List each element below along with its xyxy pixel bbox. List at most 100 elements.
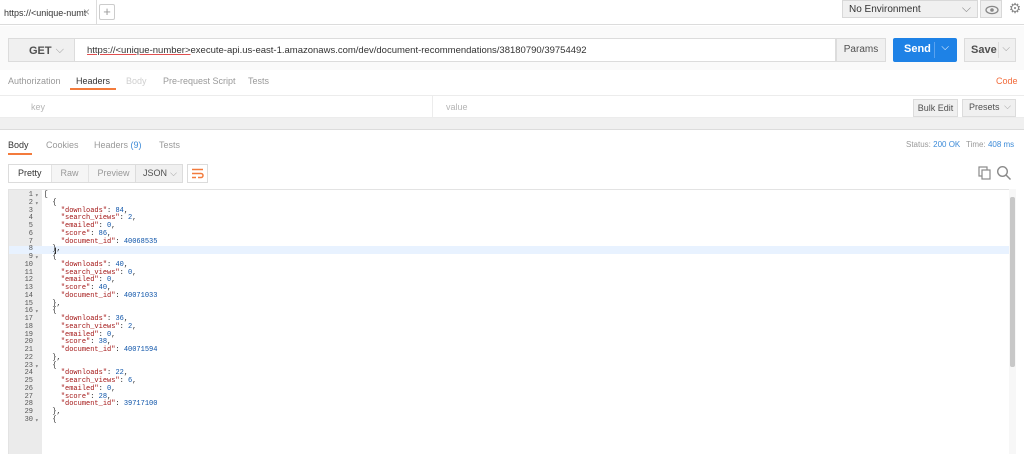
tab-pre-request-script[interactable]: Pre-request Script <box>163 76 236 86</box>
json-value: 2 <box>128 214 133 223</box>
code-text: "document_id": 40071594 <box>60 346 158 354</box>
code-line: 12 "emailed": 0, <box>9 276 1009 285</box>
code-line: 2 ▾ { <box>9 199 1009 208</box>
code-line: 9 ▾ { <box>9 253 1009 262</box>
tab-response-headers-label: Headers <box>94 140 129 150</box>
pretty-button[interactable]: Pretty <box>9 165 52 182</box>
tab-test-results[interactable]: Tests <box>159 140 180 150</box>
preview-button[interactable]: Preview <box>89 165 139 182</box>
bulk-edit-button[interactable]: Bulk Edit <box>913 99 958 117</box>
divider <box>432 96 433 118</box>
request-tab[interactable]: https://<unique-numt × <box>0 0 97 25</box>
save-label: Save <box>971 44 997 56</box>
json-value: 2 <box>128 322 133 331</box>
response-tabs: Body Cookies Headers (9) Tests Status: 2… <box>0 131 1024 157</box>
gear-icon[interactable]: ⚙ <box>1006 0 1024 18</box>
headers-count: (9) <box>130 140 142 150</box>
code-line: 30 ▾ { <box>9 415 1009 425</box>
tab-response-body[interactable]: Body <box>8 140 29 150</box>
json-value: 40071033 <box>123 291 158 300</box>
format-select[interactable]: JSON ⌵ <box>135 164 183 183</box>
tab-tests[interactable]: Tests <box>248 76 269 86</box>
copy-icon[interactable] <box>978 166 991 180</box>
code-line: 3 "downloads": 84, <box>9 207 1009 216</box>
url-bar-row: GET ⌵ https://<unique-number>execute-api… <box>0 26 1024 70</box>
time-value: 408 ms <box>987 140 1015 149</box>
json-key: "document_id" <box>60 291 116 300</box>
presets-button[interactable]: Presets ⌵ <box>962 99 1016 117</box>
code-line: 23 ▾ { <box>9 362 1009 371</box>
status-label: Status: <box>906 140 931 149</box>
chevron-down-icon[interactable]: ⌵ <box>941 42 949 53</box>
chevron-down-icon: ⌵ <box>55 44 64 56</box>
request-tab-label: https://<unique-numt <box>4 7 87 18</box>
send-label: Send <box>904 43 931 55</box>
json-value: 40071594 <box>123 346 158 354</box>
search-icon[interactable] <box>996 165 1012 181</box>
fold-toggle-icon[interactable]: ▾ <box>35 363 39 371</box>
code-line: 1 ▾[ <box>9 191 1009 200</box>
response-toolbar: Pretty Raw Preview JSON ⌵ <box>0 158 1024 188</box>
code-line: 17 "downloads": 36, <box>9 315 1009 324</box>
new-tab-button[interactable]: + <box>99 4 115 20</box>
json-key: "document_id" <box>60 346 116 354</box>
tab-headers[interactable]: Headers <box>76 76 110 86</box>
fold-toggle-icon[interactable]: ▾ <box>35 417 39 425</box>
fold-toggle-icon[interactable]: ▾ <box>35 254 39 262</box>
chevron-down-icon: ⌵ <box>1004 101 1011 111</box>
wrap-lines-button[interactable] <box>187 164 208 183</box>
tab-response-headers[interactable]: Headers (9) <box>94 140 142 150</box>
chevron-down-icon: ⌵ <box>170 168 177 178</box>
environment-quick-look-button[interactable] <box>980 0 1002 18</box>
code-line: 20 "score": 38, <box>9 338 1009 347</box>
environment-select[interactable]: No Environment ⌵ <box>842 0 978 18</box>
code-text: "document_id": 40071033 <box>60 291 158 300</box>
eye-icon <box>985 5 999 15</box>
line-number: 30 <box>24 415 33 424</box>
tab-body[interactable]: Body <box>126 76 147 86</box>
fold-toggle-icon[interactable]: ▾ <box>35 308 39 316</box>
chevron-down-icon[interactable]: ⌵ <box>1002 43 1010 54</box>
json-value: 0 <box>107 222 112 230</box>
code-line: 14 "document_id": 40071033 <box>9 291 1009 301</box>
method-label: GET <box>29 45 52 57</box>
code-line: 26 "emailed": 0, <box>9 385 1009 394</box>
json-key: "document_id" <box>60 237 116 246</box>
fold-toggle-icon[interactable]: ▾ <box>35 192 39 200</box>
raw-button[interactable]: Raw <box>52 165 89 182</box>
status-readout: Status: 200 OK <box>906 140 960 149</box>
code-line: 24 "downloads": 22, <box>9 369 1009 378</box>
wrap-icon <box>192 168 204 179</box>
close-icon[interactable]: × <box>83 5 90 19</box>
code-line: 13 "score": 40, <box>9 284 1009 293</box>
code-line: 21 "document_id": 40071594 <box>9 346 1009 355</box>
response-body-editor[interactable]: 1 ▾[2 ▾ {3 "downloads": 84, 4 "search_views… <box>8 189 1016 454</box>
code-line: 19 "emailed": 0, <box>9 331 1009 340</box>
fold-toggle-icon[interactable]: ▾ <box>35 200 39 208</box>
method-select[interactable]: GET ⌵ <box>8 38 74 62</box>
active-tab-indicator <box>70 88 116 90</box>
header-value-input[interactable]: value <box>446 102 468 112</box>
presets-label: Presets <box>969 102 1000 112</box>
params-button[interactable]: Params <box>836 38 886 62</box>
chevron-down-icon: ⌵ <box>961 1 971 15</box>
code-line: 22 }, <box>9 354 1009 363</box>
request-tabs: Authorization Headers Body Pre-request S… <box>0 70 1024 92</box>
url-input[interactable]: https://<unique-number>execute-api.us-ea… <box>74 38 836 62</box>
code-line: 16 ▾ { <box>9 307 1009 316</box>
json-value: 0 <box>128 268 133 277</box>
code-line: 29 }, <box>9 408 1009 417</box>
tab-authorization[interactable]: Authorization <box>8 76 61 86</box>
header-key-input[interactable]: key <box>31 102 45 112</box>
json-value: 6 <box>128 377 133 385</box>
save-divider <box>998 42 999 58</box>
tab-cookies[interactable]: Cookies <box>46 140 79 150</box>
send-button[interactable]: Send ⌵ <box>893 38 957 62</box>
save-button[interactable]: Save ⌵ <box>964 38 1016 62</box>
code-link[interactable]: Code <box>996 76 1018 86</box>
code-line: 28 "document_id": 39717100 <box>9 400 1009 409</box>
code-line: 25 "search_views": 6, <box>9 377 1009 386</box>
scrollbar-thumb[interactable] <box>1010 197 1015 367</box>
environment-label: No Environment <box>849 4 921 15</box>
code-line: 18 "search_views": 2, <box>9 322 1009 332</box>
